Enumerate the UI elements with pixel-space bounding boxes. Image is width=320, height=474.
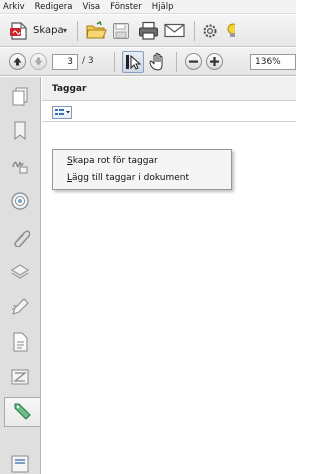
bookmark-icon	[14, 121, 26, 141]
signatures-button[interactable]	[8, 153, 32, 177]
fields-button[interactable]	[8, 452, 32, 474]
zoom-input[interactable]: 136%	[250, 54, 296, 70]
tags-panel: Taggar	[42, 77, 296, 474]
order-button[interactable]	[8, 365, 32, 389]
navigation-pane-rail	[0, 77, 41, 474]
reading-order-icon	[11, 369, 29, 385]
pages-icon	[12, 87, 28, 106]
menu-item-label: Lägg till taggar i dokument	[67, 173, 190, 183]
menu-hjalp[interactable]: Hjälp	[147, 0, 179, 14]
bookmarks-button[interactable]	[8, 119, 32, 143]
options-dropdown-menu: Skapa rot för taggar Lägg till taggar i …	[52, 149, 232, 190]
toolbar-divider	[194, 21, 195, 41]
chevron-down-icon[interactable]: ▾	[63, 26, 67, 35]
email-envelope-icon[interactable]	[164, 23, 186, 39]
toolbar-divider	[176, 52, 177, 72]
attachments-button[interactable]	[8, 225, 32, 249]
arrow-down-icon	[34, 57, 43, 66]
cursor-select-icon	[126, 54, 142, 70]
select-tool-button[interactable]	[122, 51, 144, 73]
gear-icon[interactable]	[202, 23, 218, 39]
main-toolbar: Skapa ▾	[0, 15, 296, 47]
page-thumbnails-button[interactable]	[8, 85, 32, 109]
layers-button[interactable]	[8, 260, 32, 284]
content-button[interactable]	[8, 330, 32, 354]
printer-icon[interactable]	[138, 21, 159, 41]
layers-target-button[interactable]	[8, 189, 32, 213]
minus-icon	[189, 60, 198, 63]
menu-arkiv[interactable]: Arkiv	[0, 0, 30, 14]
menu-item-add-tags-to-document[interactable]: Lägg till taggar i dokument	[53, 170, 231, 186]
zoom-in-button[interactable]	[206, 53, 223, 70]
page-total: / 3	[82, 56, 94, 66]
next-page-button[interactable]	[30, 53, 47, 70]
menu-fonster[interactable]: Fönster	[105, 0, 147, 14]
target-icon	[11, 192, 29, 210]
document-icon	[13, 332, 28, 352]
toolbar-divider	[77, 21, 78, 41]
zoom-out-button[interactable]	[185, 53, 202, 70]
edit-content-button[interactable]	[8, 295, 32, 319]
save-disk-icon[interactable]	[112, 22, 131, 40]
tags-button[interactable]	[4, 397, 40, 427]
lightbulb-icon[interactable]	[225, 23, 235, 39]
menu-redigera[interactable]: Redigera	[30, 0, 78, 14]
pencil-icon	[12, 298, 29, 315]
signature-icon	[12, 161, 28, 174]
options-menu-button[interactable]	[52, 106, 72, 119]
options-list-icon	[55, 109, 70, 115]
toolbar-divider	[114, 52, 115, 72]
panel-header: Taggar	[42, 77, 296, 101]
previous-page-button[interactable]	[9, 53, 26, 70]
open-folder-icon[interactable]	[85, 21, 107, 41]
menu-visa[interactable]: Visa	[77, 0, 105, 14]
fields-icon	[11, 455, 29, 473]
menu-bar: Arkiv Redigera Visa Fönster Hjälp	[0, 0, 296, 14]
menu-item-label: Skapa rot för taggar	[67, 156, 158, 166]
tag-icon	[13, 403, 31, 420]
create-pdf-icon[interactable]	[9, 21, 29, 41]
create-button[interactable]: Skapa	[33, 25, 64, 36]
paperclip-icon	[14, 230, 30, 247]
layers-icon	[11, 264, 29, 279]
hand-tool-icon[interactable]	[147, 51, 169, 73]
menu-item-create-root-tag[interactable]: Skapa rot för taggar	[53, 153, 231, 169]
arrow-up-icon	[13, 57, 22, 66]
panel-title: Taggar	[52, 84, 87, 94]
plus-icon	[210, 57, 219, 66]
panel-toolbar	[42, 102, 296, 122]
page-number-input[interactable]: 3	[52, 54, 78, 70]
